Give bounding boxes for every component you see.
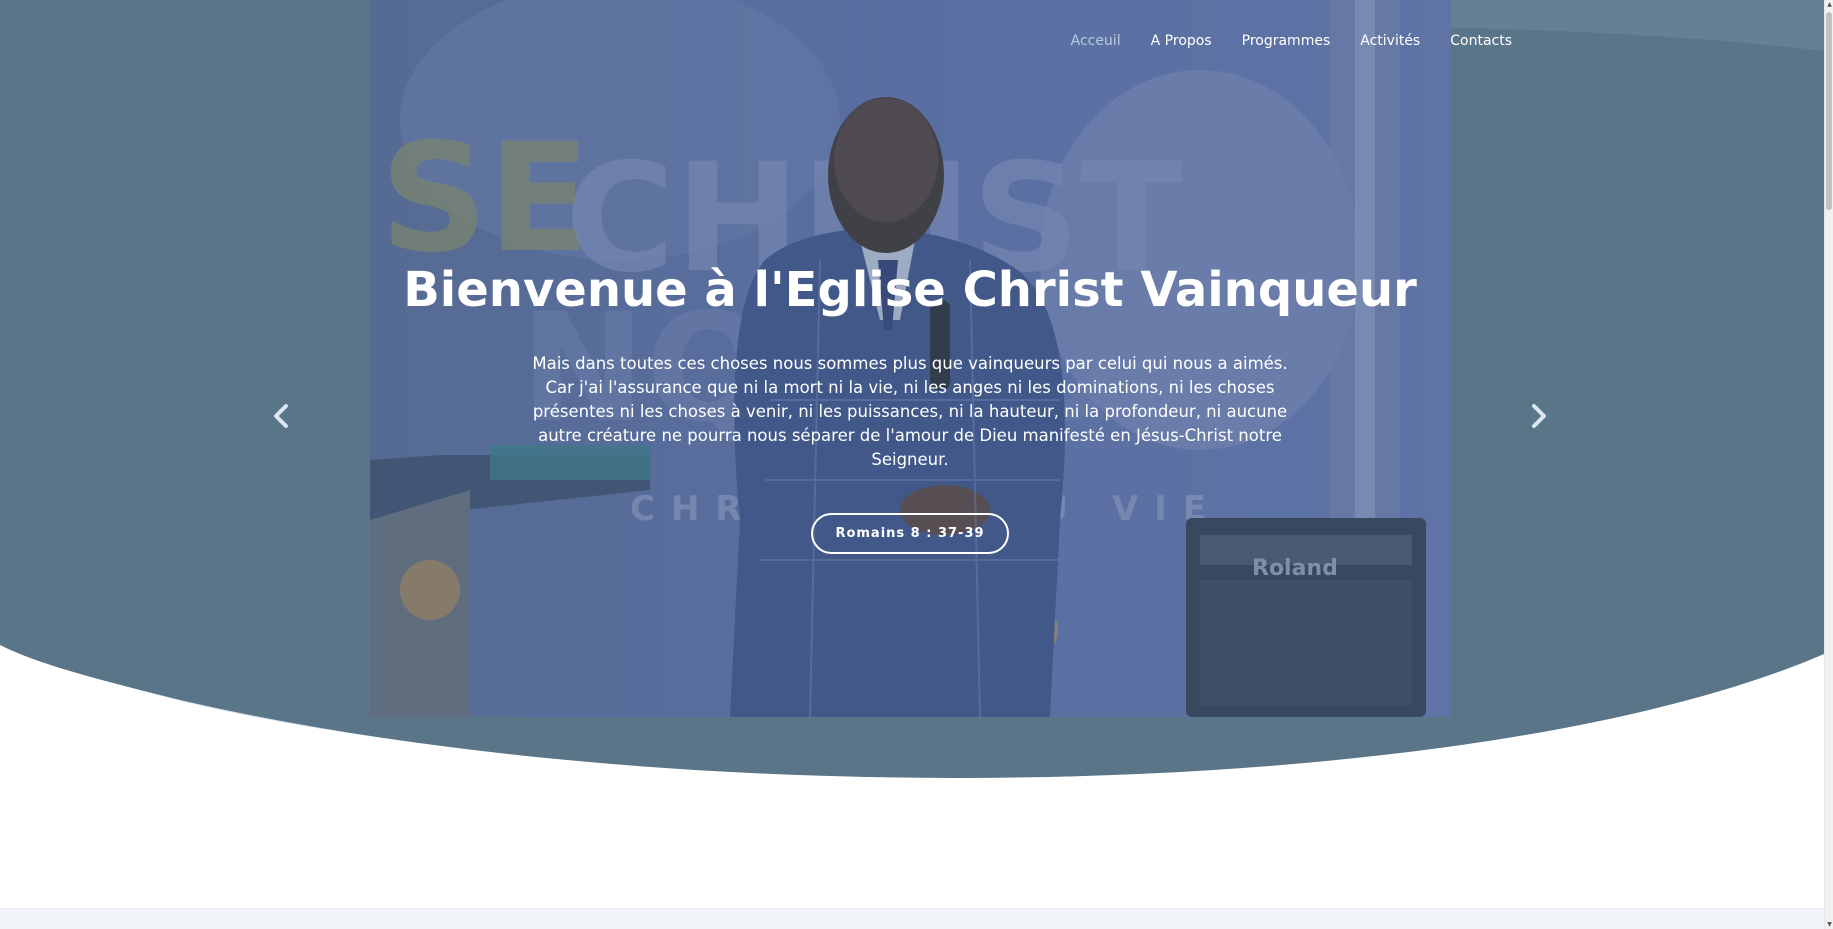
main-nav: Acceuil A Propos Programmes Activités Co… (1056, 30, 1527, 52)
nav-item-programmes[interactable]: Programmes (1227, 30, 1346, 52)
carousel-prev-button[interactable] (264, 398, 298, 434)
nav-item-a-propos[interactable]: A Propos (1136, 30, 1227, 52)
nav-item-activites[interactable]: Activités (1345, 30, 1435, 52)
page: SE CHRIST NQUEUR CHRIST EST U VIE Roland (0, 0, 1833, 929)
next-section-edge (0, 908, 1824, 929)
verse-reference-button[interactable]: Romains 8 : 37-39 (811, 513, 1009, 554)
hero-title: Bienvenue à l'Eglise Christ Vainqueur (403, 262, 1417, 318)
page-scrollbar[interactable]: ▲ ▼ (1824, 0, 1833, 929)
hero-text: Mais dans toutes ces choses nous sommes … (532, 354, 1288, 469)
scroll-down-icon[interactable]: ▼ (1825, 920, 1833, 929)
nav-item-acceuil[interactable]: Acceuil (1056, 30, 1136, 52)
chevron-left-icon (274, 404, 288, 428)
scroll-up-icon[interactable]: ▲ (1825, 0, 1833, 9)
nav-item-contacts[interactable]: Contacts (1435, 30, 1527, 52)
hero-carousel: SE CHRIST NQUEUR CHRIST EST U VIE Roland (0, 0, 1833, 830)
carousel-next-button[interactable] (1522, 398, 1556, 434)
scrollbar-thumb[interactable] (1826, 12, 1832, 210)
chevron-right-icon (1532, 404, 1546, 428)
